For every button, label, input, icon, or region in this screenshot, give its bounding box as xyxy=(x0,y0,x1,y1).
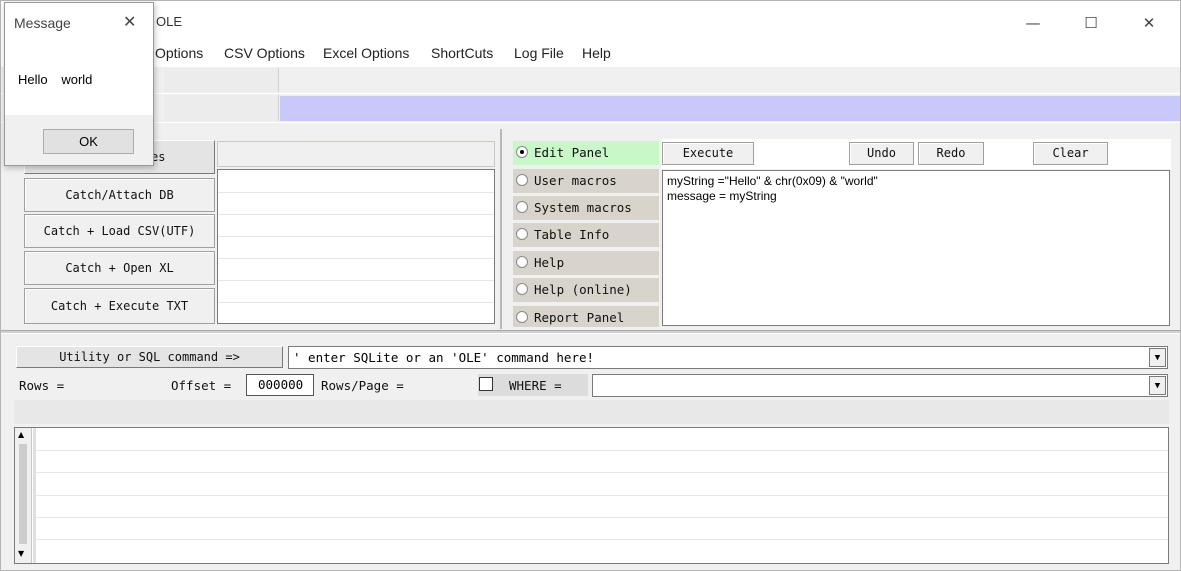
where-input[interactable]: ▼ xyxy=(592,374,1168,397)
scroll-up-icon[interactable]: ▲ xyxy=(18,430,24,439)
undo-button[interactable]: Undo xyxy=(849,142,914,165)
offset-label: Offset = xyxy=(171,378,232,393)
strip-cell xyxy=(164,95,279,121)
where-checkbox[interactable] xyxy=(479,377,493,391)
dialog-title: Message xyxy=(14,15,71,31)
where-label: WHERE = xyxy=(509,378,562,393)
title-bar: OLE — ☐ ✕ xyxy=(1,1,1180,41)
highlight-bar xyxy=(280,96,1180,121)
command-input-text: ' enter SQLite or an 'OLE' command here! xyxy=(293,350,595,365)
catch-load-csv-button[interactable]: Catch + Load CSV(UTF) xyxy=(24,214,215,248)
close-icon[interactable]: ✕ xyxy=(1129,9,1169,37)
radio-dot xyxy=(516,311,528,323)
code-line: message = myString xyxy=(667,189,777,203)
radio-edit-panel[interactable]: Edit Panel xyxy=(513,141,659,165)
panel-splitter[interactable] xyxy=(500,129,502,329)
left-header-field xyxy=(217,141,495,167)
rows-per-page-label: Rows/Page = xyxy=(321,378,404,393)
radio-dot xyxy=(516,228,528,240)
menu-log-file[interactable]: Log File xyxy=(514,45,564,61)
radio-label: Help xyxy=(534,255,565,270)
dialog-footer: OK xyxy=(5,115,153,165)
radio-dot xyxy=(516,256,528,268)
left-list-box[interactable] xyxy=(217,169,495,324)
code-line: myString ="Hello" & chr(0x09) & "world" xyxy=(667,174,878,188)
radio-dot xyxy=(516,174,528,186)
catch-open-xl-button[interactable]: Catch + Open XL xyxy=(24,251,215,285)
chevron-down-icon[interactable]: ▼ xyxy=(1149,376,1166,395)
scroll-down-icon[interactable]: ▼ xyxy=(18,549,24,558)
scroll-thumb[interactable] xyxy=(19,444,27,544)
radio-system-macros[interactable]: System macros xyxy=(513,196,659,220)
radio-label: System macros xyxy=(534,200,632,215)
menu-options[interactable]: Options xyxy=(155,45,203,61)
command-input[interactable]: ' enter SQLite or an 'OLE' command here!… xyxy=(288,346,1168,369)
radio-label: Help (online) xyxy=(534,282,632,297)
clear-button[interactable]: Clear xyxy=(1033,142,1108,165)
code-editor[interactable]: myString ="Hello" & chr(0x09) & "world" … xyxy=(662,170,1170,326)
minimize-icon[interactable]: — xyxy=(1013,9,1053,37)
strip-cell xyxy=(164,68,279,92)
results-grid[interactable]: ▲ ▼ xyxy=(14,427,1169,564)
menu-csv-options[interactable]: CSV Options xyxy=(224,45,305,61)
vertical-scrollbar[interactable]: ▲ ▼ xyxy=(15,428,32,563)
offset-input[interactable]: 000000 xyxy=(246,374,314,396)
dialog-close-icon[interactable]: ✕ xyxy=(123,12,136,31)
menu-shortcuts[interactable]: ShortCuts xyxy=(431,45,493,61)
radio-user-macros[interactable]: User macros xyxy=(513,169,659,193)
radio-dot xyxy=(516,146,528,158)
main-window: OLE — ☐ ✕ Options CSV Options Excel Opti… xyxy=(0,0,1181,571)
message-dialog: Message ✕ Hello world OK xyxy=(4,2,154,166)
radio-label: User macros xyxy=(534,173,617,188)
radio-label: Table Info xyxy=(534,227,610,242)
catch-execute-txt-button[interactable]: Catch + Execute TXT xyxy=(24,288,215,324)
radio-dot xyxy=(516,201,528,213)
redo-button[interactable]: Redo xyxy=(918,142,984,165)
radio-help-online[interactable]: Help (online) xyxy=(513,278,659,302)
menu-excel-options[interactable]: Excel Options xyxy=(323,45,409,61)
radio-report-panel[interactable]: Report Panel xyxy=(513,306,659,327)
radio-dot xyxy=(516,283,528,295)
menu-bar: Options CSV Options Excel Options ShortC… xyxy=(1,41,1180,67)
catch-attach-db-button[interactable]: Catch/Attach DB xyxy=(24,178,215,212)
utility-sql-command-button[interactable]: Utility or SQL command => xyxy=(16,346,283,368)
rows-label: Rows = xyxy=(19,378,65,393)
radio-label: Report Panel xyxy=(534,310,625,325)
ok-button[interactable]: OK xyxy=(43,129,134,154)
maximize-icon[interactable]: ☐ xyxy=(1071,9,1111,37)
menu-help[interactable]: Help xyxy=(582,45,611,61)
radio-label: Edit Panel xyxy=(534,145,610,160)
grid-header-strip xyxy=(14,400,1169,424)
radio-help[interactable]: Help xyxy=(513,251,659,275)
dialog-message: Hello world xyxy=(18,72,93,87)
horizontal-splitter[interactable] xyxy=(1,330,1180,333)
window-title: OLE xyxy=(156,14,183,29)
chevron-down-icon[interactable]: ▼ xyxy=(1149,348,1166,367)
execute-button[interactable]: Execute xyxy=(662,142,754,165)
radio-table-info[interactable]: Table Info xyxy=(513,223,659,247)
